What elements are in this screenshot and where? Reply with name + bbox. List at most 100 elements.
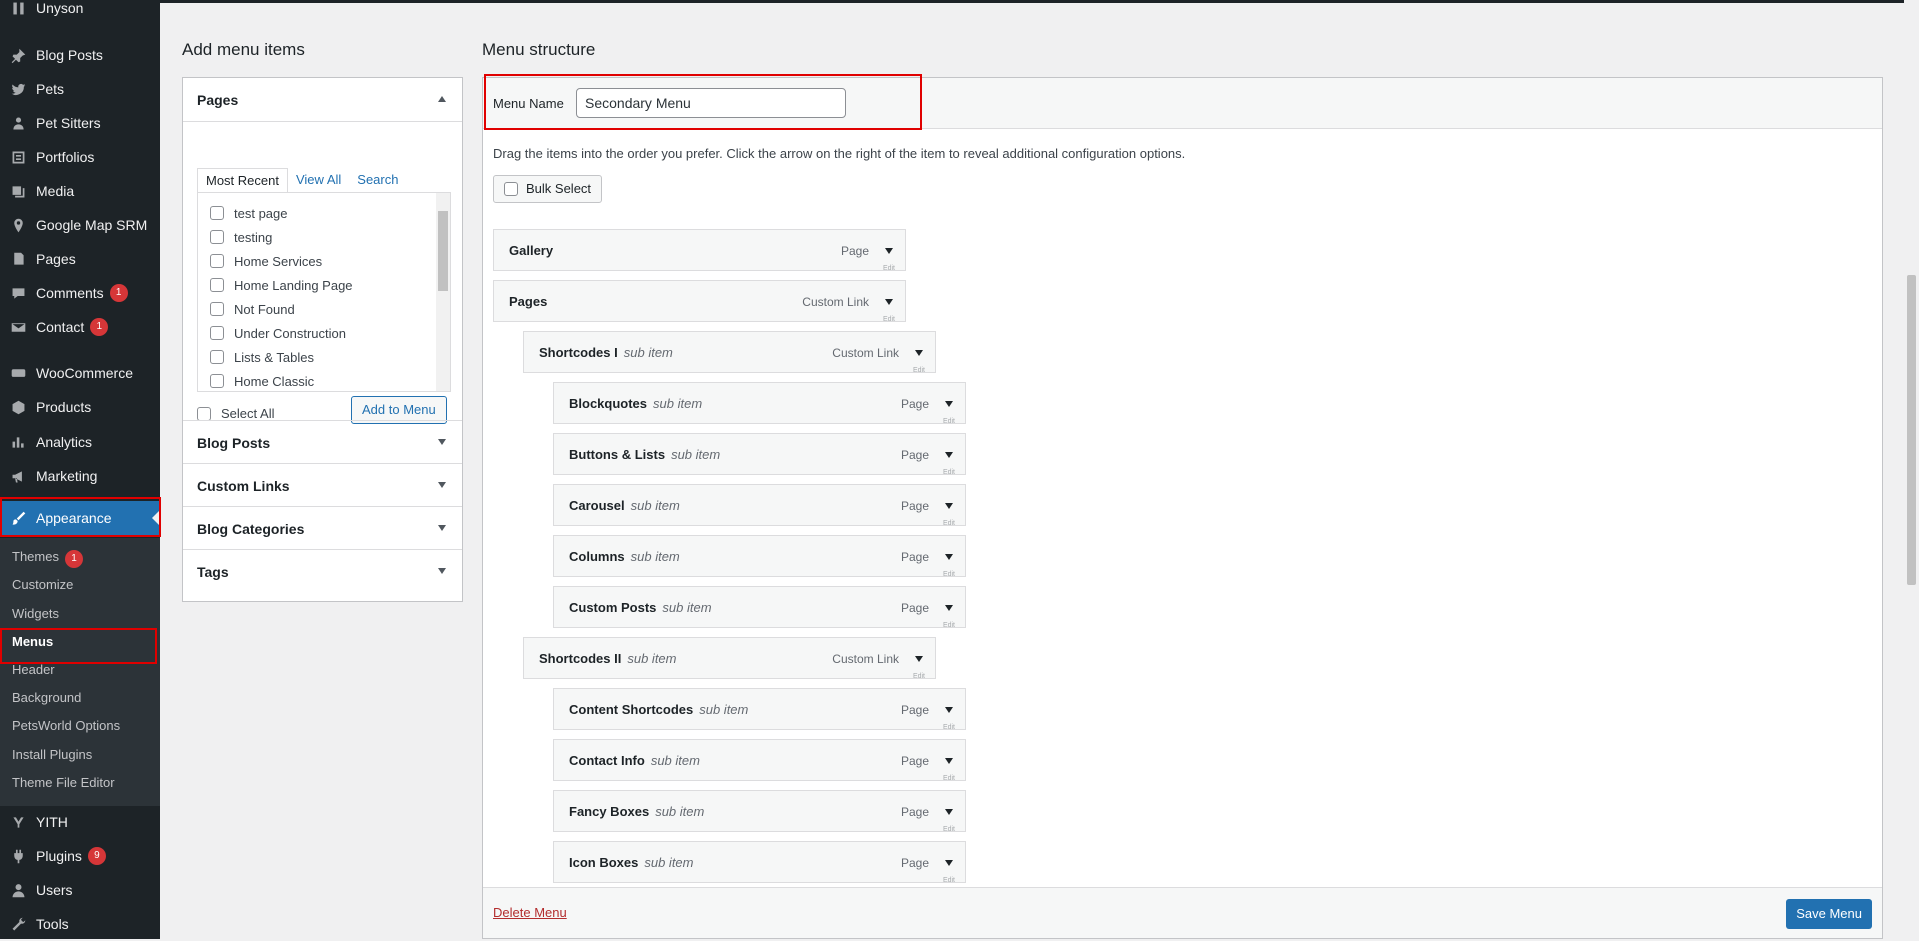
page-checkbox[interactable] — [210, 350, 224, 364]
panel-header-blog-posts[interactable]: Blog Posts — [183, 421, 462, 464]
panel-header-blog-categories[interactable]: Blog Categories — [183, 507, 462, 550]
page-checkbox[interactable] — [210, 326, 224, 340]
submenu-item-customize[interactable]: Customize — [12, 574, 73, 596]
chevron-down-icon[interactable] — [885, 248, 893, 254]
sidebar-item-blog-posts[interactable]: Blog Posts — [0, 38, 160, 72]
sidebar-item-woocommerce[interactable]: WooCommerce — [0, 356, 160, 390]
page-option[interactable]: Under Construction — [210, 321, 346, 345]
page-checkbox[interactable] — [210, 206, 224, 220]
scrollbar-thumb[interactable] — [438, 211, 448, 291]
chevron-down-icon[interactable] — [915, 350, 923, 356]
panel-header-custom-links[interactable]: Custom Links — [183, 464, 462, 507]
select-all-checkbox[interactable] — [197, 406, 211, 421]
submenu-item-background[interactable]: Background — [12, 687, 81, 709]
menu-item[interactable]: Custom Posts sub item Page Edit — [553, 586, 966, 629]
edit-link[interactable]: Edit — [943, 469, 955, 476]
tab-search[interactable]: Search — [349, 168, 406, 192]
sidebar-item-plugins[interactable]: Plugins 9 — [0, 839, 160, 873]
submenu-item-widgets[interactable]: Widgets — [12, 603, 59, 625]
page-scrollbar[interactable] — [1904, 0, 1919, 939]
sidebar-item-comments[interactable]: Comments 1 — [0, 276, 160, 310]
submenu-item-install-plugins[interactable]: Install Plugins — [12, 744, 92, 766]
submenu-item-menus[interactable]: Menus — [12, 631, 53, 653]
page-scrollbar-thumb[interactable] — [1907, 275, 1916, 585]
page-checkbox[interactable] — [210, 230, 224, 244]
edit-link[interactable]: Edit — [943, 571, 955, 578]
edit-link[interactable]: Edit — [943, 724, 955, 731]
panel-header-tags[interactable]: Tags — [183, 550, 462, 593]
edit-link[interactable]: Edit — [943, 622, 955, 629]
sidebar-item-unyson[interactable]: Unyson — [0, 0, 160, 25]
submenu-item-themes[interactable]: Themes 1 — [12, 546, 83, 568]
submenu-item-header[interactable]: Header — [12, 659, 55, 681]
sidebar-item-pet-sitters[interactable]: Pet Sitters — [0, 106, 160, 140]
save-menu-button[interactable]: Save Menu — [1786, 899, 1872, 929]
menu-item[interactable]: Pages Custom Link Edit — [493, 280, 906, 323]
sidebar-item-tools[interactable]: Tools — [0, 907, 160, 941]
edit-link[interactable]: Edit — [943, 418, 955, 425]
menu-item[interactable]: Buttons & Lists sub item Page Edit — [553, 433, 966, 476]
bulk-select-button[interactable]: Bulk Select — [493, 175, 603, 203]
chevron-down-icon[interactable] — [945, 860, 953, 866]
sidebar-item-analytics[interactable]: Analytics — [0, 425, 160, 459]
page-option[interactable]: Home Classic — [210, 369, 314, 391]
sidebar-item-products[interactable]: Products — [0, 390, 160, 424]
edit-link[interactable]: Edit — [883, 316, 895, 323]
menu-item[interactable]: Fancy Boxes sub item Page Edit — [553, 790, 966, 833]
sidebar-item-contact[interactable]: Contact 1 — [0, 310, 160, 344]
submenu-item-theme-file-editor[interactable]: Theme File Editor — [12, 772, 115, 794]
menu-name-input[interactable] — [576, 88, 846, 118]
chevron-down-icon[interactable] — [945, 503, 953, 509]
edit-link[interactable]: Edit — [913, 673, 925, 680]
sidebar-item-pets[interactable]: Pets — [0, 72, 160, 106]
chevron-down-icon[interactable] — [945, 605, 953, 611]
sidebar-item-marketing[interactable]: Marketing — [0, 459, 160, 493]
edit-link[interactable]: Edit — [943, 775, 955, 782]
tab-view-all[interactable]: View All — [288, 168, 349, 192]
chevron-down-icon[interactable] — [945, 452, 953, 458]
menu-item[interactable]: Contact Info sub item Page Edit — [553, 739, 966, 782]
tab-most-recent[interactable]: Most Recent — [197, 168, 288, 193]
menu-item[interactable]: Shortcodes Isub item Custom Link Edit — [523, 331, 936, 374]
edit-link[interactable]: Edit — [943, 520, 955, 527]
menu-item[interactable]: Blockquotes sub item Page Edit — [553, 382, 966, 425]
edit-link[interactable]: Edit — [943, 877, 955, 884]
edit-link[interactable]: Edit — [883, 265, 895, 272]
menu-item[interactable]: Columns sub item Page Edit — [553, 535, 966, 578]
sidebar-item-pages[interactable]: Pages — [0, 242, 160, 276]
page-option[interactable]: testing — [210, 225, 272, 249]
page-checkbox[interactable] — [210, 374, 224, 388]
pages-list-scrollbar[interactable] — [436, 193, 450, 391]
sidebar-item-media[interactable]: Media — [0, 174, 160, 208]
pages-panel-header[interactable]: Pages — [183, 78, 462, 121]
page-checkbox[interactable] — [210, 278, 224, 292]
page-option[interactable]: Not Found — [210, 297, 295, 321]
delete-menu-link[interactable]: Delete Menu — [493, 905, 567, 920]
sidebar-item-google-map-srm[interactable]: Google Map SRM — [0, 208, 160, 242]
sidebar-item-users[interactable]: Users — [0, 873, 160, 907]
chevron-down-icon[interactable] — [945, 707, 953, 713]
sidebar-item-portfolios[interactable]: Portfolios — [0, 140, 160, 174]
chevron-down-icon[interactable] — [945, 401, 953, 407]
sidebar-item-yith[interactable]: YITH — [0, 805, 160, 839]
page-option[interactable]: test page — [210, 201, 288, 225]
chevron-down-icon[interactable] — [915, 656, 923, 662]
chevron-down-icon[interactable] — [885, 299, 893, 305]
menu-item[interactable]: Icon Boxes sub item Page Edit — [553, 841, 966, 884]
menu-item[interactable]: Shortcodes II sub item Custom Link Edit — [523, 637, 936, 680]
page-option[interactable]: Home Landing Page — [210, 273, 353, 297]
menu-item[interactable]: Carousel sub item Page Edit — [553, 484, 966, 527]
edit-link[interactable]: Edit — [943, 826, 955, 833]
page-option[interactable]: Lists & Tables — [210, 345, 314, 369]
menu-item[interactable]: Gallery Page Edit — [493, 229, 906, 272]
page-checkbox[interactable] — [210, 302, 224, 316]
page-option[interactable]: Home Services — [210, 249, 322, 273]
chevron-down-icon[interactable] — [945, 554, 953, 560]
menu-item[interactable]: Content Shortcodes sub item Page Edit — [553, 688, 966, 731]
sidebar-item-appearance[interactable]: Appearance — [0, 501, 160, 535]
page-checkbox[interactable] — [210, 254, 224, 268]
edit-link[interactable]: Edit — [913, 367, 925, 374]
chevron-down-icon[interactable] — [945, 758, 953, 764]
chevron-down-icon[interactable] — [945, 809, 953, 815]
bulk-select-checkbox[interactable] — [504, 182, 518, 196]
